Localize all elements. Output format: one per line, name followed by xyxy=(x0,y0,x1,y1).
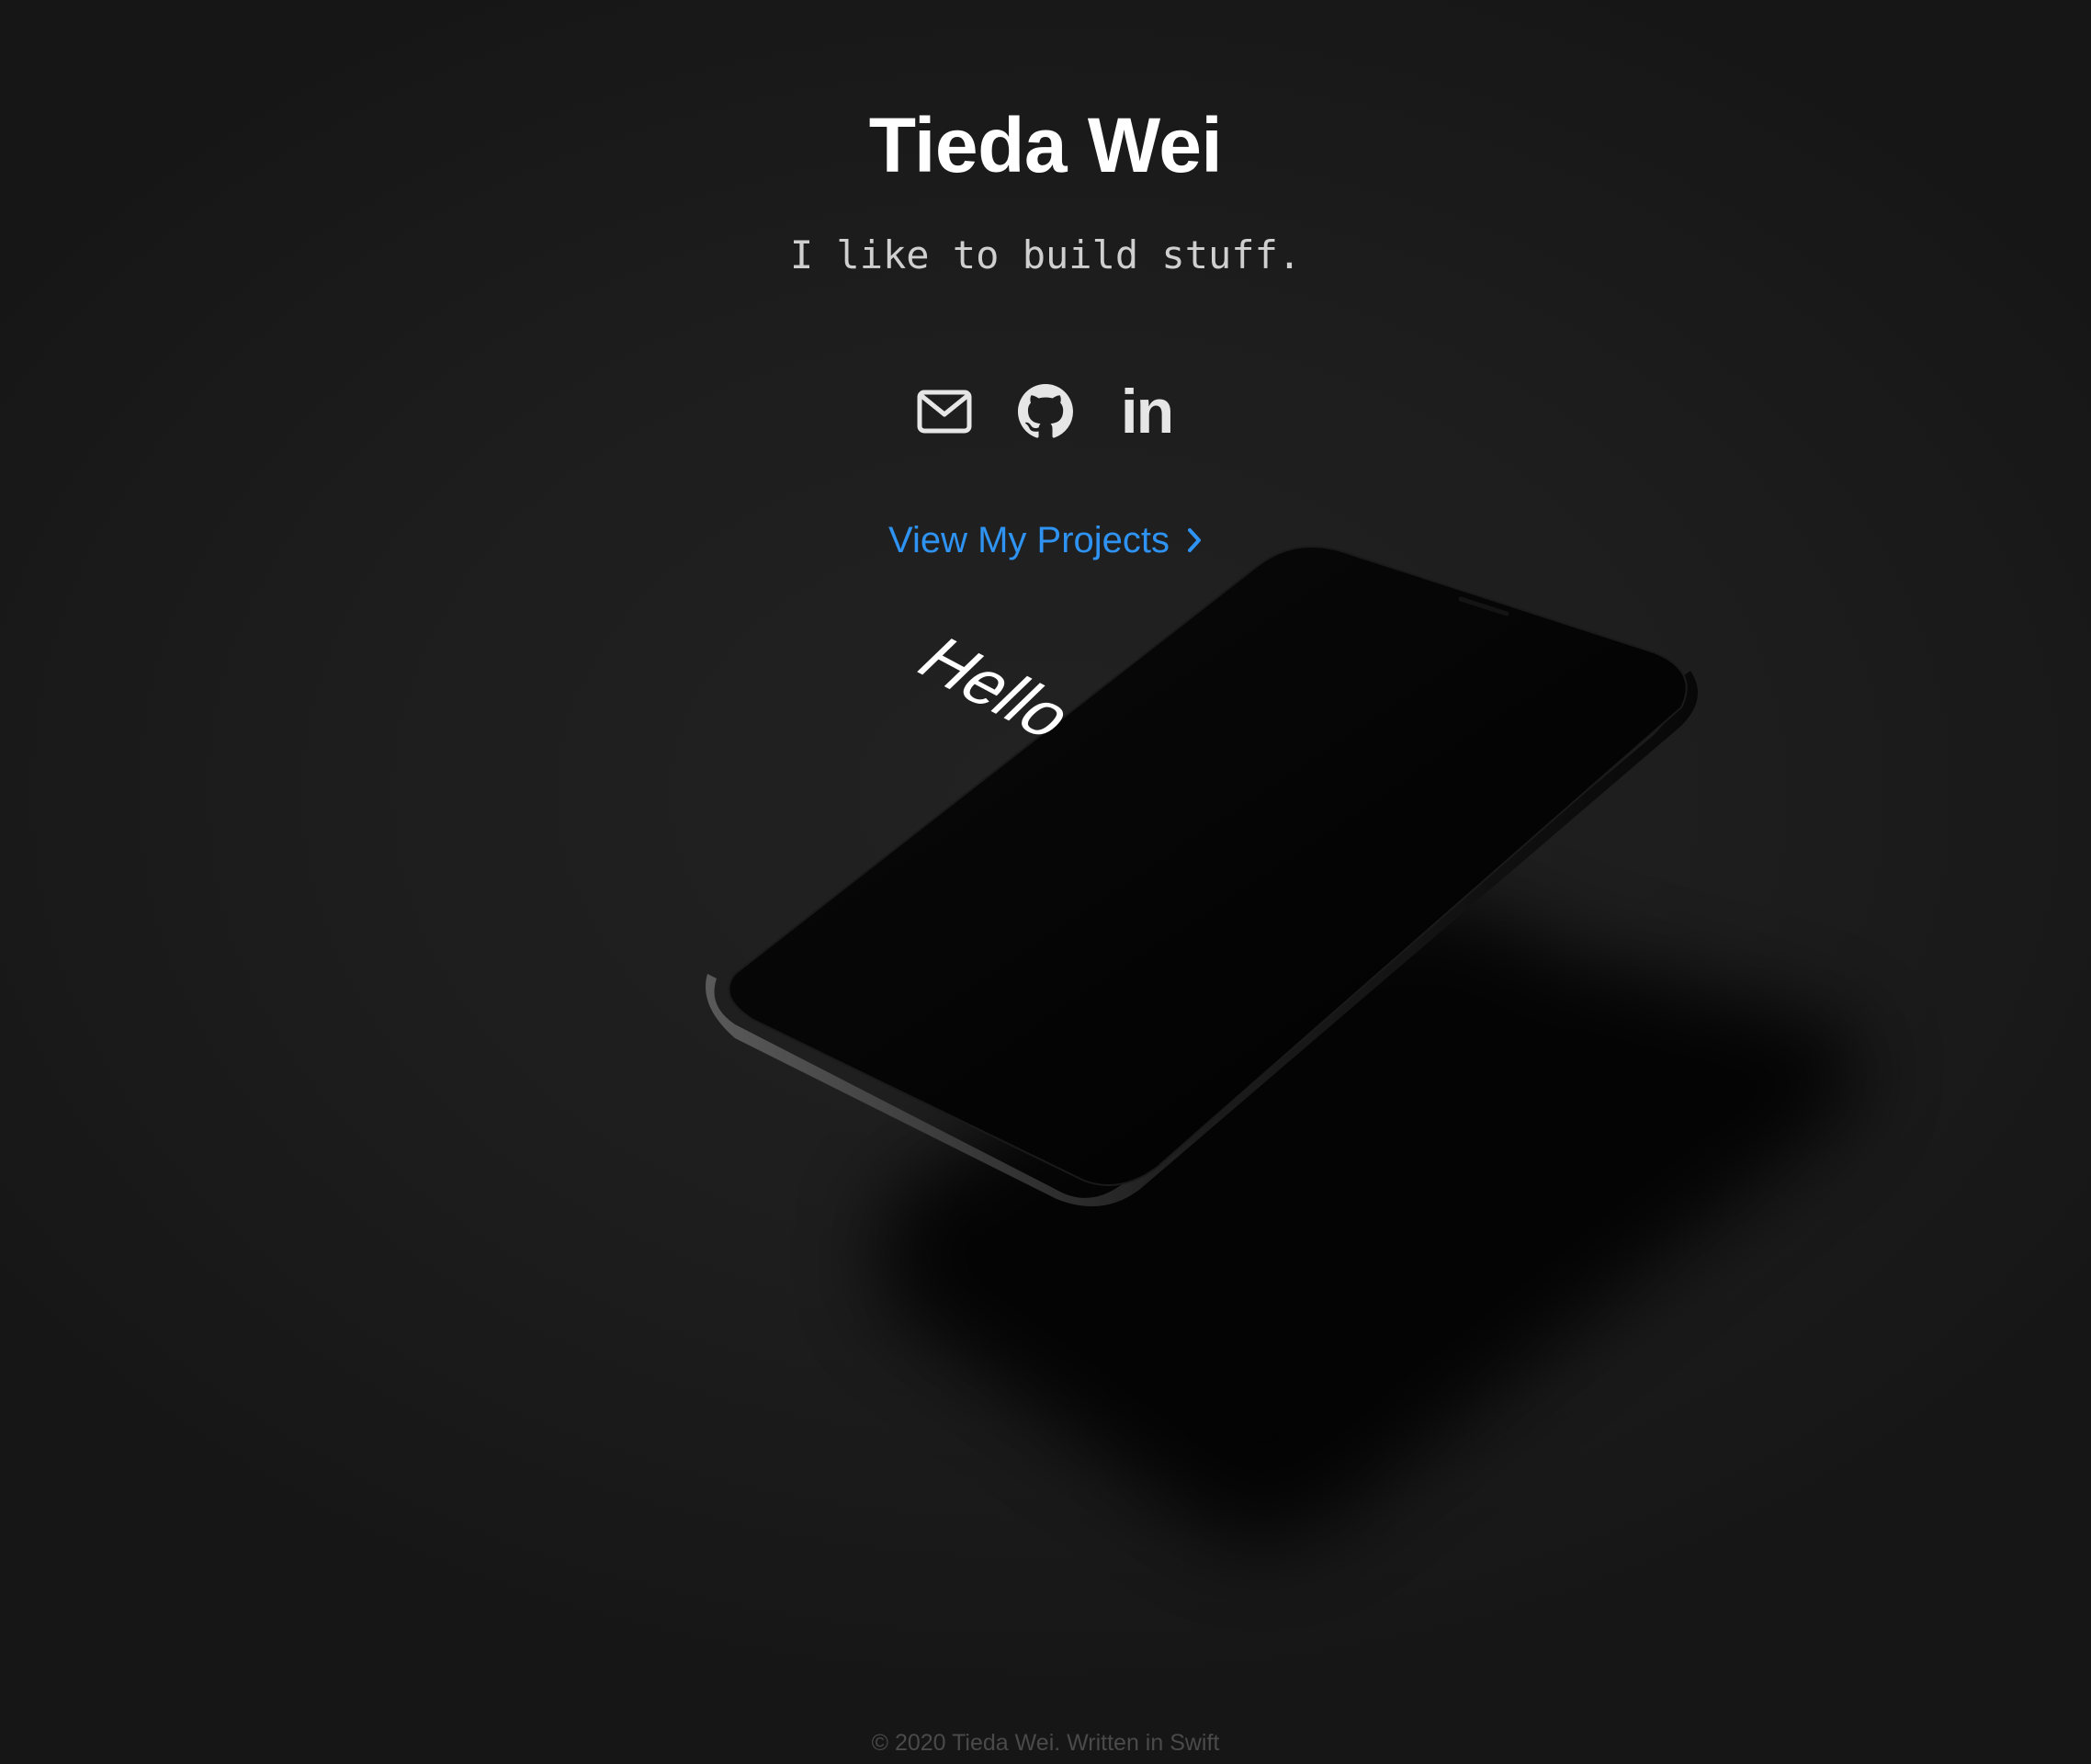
view-projects-link[interactable]: View My Projects xyxy=(888,514,1203,566)
social-links: in xyxy=(0,379,2091,445)
page-title: Tieda Wei xyxy=(868,102,1223,188)
linkedin-link[interactable]: in xyxy=(1117,379,1176,445)
github-icon xyxy=(1018,384,1073,438)
footer-text: © 2020 Tieda Wei. Written in Swift xyxy=(871,1730,1220,1756)
linkedin-icon: in xyxy=(1120,377,1174,447)
envelope-icon xyxy=(917,390,972,434)
view-projects-label: View My Projects xyxy=(887,520,1170,560)
github-link[interactable] xyxy=(1016,379,1075,445)
hero-background: Hello Tieda Wei I like to build stuff. i… xyxy=(0,0,2091,1764)
tagline: I like to build stuff. xyxy=(789,232,1302,277)
projects-link-wrapper: View My Projects xyxy=(0,514,2091,566)
email-link[interactable] xyxy=(915,379,974,445)
chevron-right-icon xyxy=(1188,528,1201,552)
